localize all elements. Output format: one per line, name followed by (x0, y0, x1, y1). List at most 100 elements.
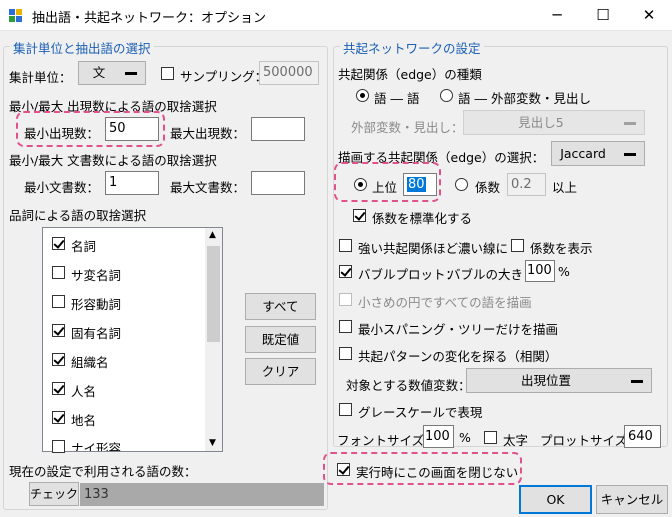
pos-label: 人名 (71, 384, 97, 399)
min-freq-highlight (16, 111, 165, 147)
pos-label: 地名 (71, 413, 97, 428)
font-size-unit: % (459, 430, 471, 445)
measure-select-value: Jaccard (560, 146, 606, 161)
max-freq-label: 最大出現数： (170, 126, 246, 141)
pos-checkbox-keiyodoshi[interactable] (52, 295, 65, 308)
keep-open-highlight (323, 452, 522, 485)
font-size-input[interactable]: 100 (423, 425, 454, 448)
coef-radio[interactable] (455, 178, 468, 191)
max-doc-input[interactable] (251, 171, 305, 195)
min-doc-label: 最小文書数： (24, 180, 100, 195)
cancel-button[interactable]: キャンセル (596, 485, 668, 514)
pattern-checkbox[interactable] (339, 347, 352, 360)
window-title: 抽出語・共起ネットワーク：オプション (32, 11, 267, 26)
coef-suffix: 以上 (552, 180, 578, 195)
default-button[interactable]: 既定値 (245, 326, 316, 353)
maximize-button[interactable]: ☐ (580, 0, 626, 31)
scroll-up-icon[interactable]: ▲ (209, 230, 216, 240)
network-settings-group-title: 共起ネットワークの設定 (340, 38, 484, 57)
ext-var-select[interactable]: 見出し5 (463, 110, 645, 135)
bold-label: 太字 (503, 433, 529, 448)
edge-kind-label: 共起関係（edge）の種類 (338, 67, 482, 82)
word-selection-group-title: 集計単位と抽出語の選択 (10, 38, 154, 57)
bubble-size-input[interactable]: 100 (525, 260, 555, 282)
mst-label: 最小スパニング・ツリーだけを描画 (358, 322, 559, 337)
chevron-down-icon (631, 379, 643, 383)
bubble-plot-label: バブルプロット： (358, 267, 459, 282)
minimize-button[interactable]: ─ (534, 0, 580, 31)
word-count-display: 133 (80, 483, 324, 506)
pos-list[interactable]: ▲ ▼ (42, 227, 223, 452)
target-var-select[interactable]: 出現位置 (466, 368, 652, 393)
small-circle-label: 小さめの円ですべての語を描画 (358, 295, 532, 310)
title-bar: 抽出語・共起ネットワーク：オプション ─ ☐ ✕ (0, 0, 672, 31)
doc-heading: 最小/最大 文書数による語の取捨選択 (9, 153, 217, 168)
max-freq-input[interactable] (251, 117, 305, 141)
coef-input[interactable]: 0.2 (507, 173, 546, 196)
sampling-label: サンプリング： (180, 69, 268, 84)
close-button[interactable]: ✕ (626, 0, 672, 31)
pos-label: 名詞 (71, 239, 97, 254)
pos-label: 組織名 (71, 355, 109, 370)
pattern-label: 共起パターンの変化を探る（相関） (358, 349, 558, 364)
pos-label: サ変名詞 (71, 268, 122, 283)
bubble-size-unit: % (558, 264, 570, 279)
chevron-down-icon (624, 152, 636, 156)
coef-label: 係数 (475, 180, 501, 195)
grayscale-label: グレースケールで表現 (358, 405, 483, 420)
standardize-label: 係数を標準化する (372, 211, 473, 226)
pos-checkbox-chimei[interactable] (52, 411, 65, 424)
pos-label: ナイ形容 (71, 441, 122, 451)
chevron-down-icon (624, 121, 636, 125)
pos-heading: 品詞による語の取捨選択 (9, 208, 147, 223)
pos-checkbox-sahen[interactable] (52, 266, 65, 279)
chevron-down-icon (125, 72, 137, 75)
pos-last-clip: ナイ形容 (43, 439, 205, 451)
standardize-checkbox[interactable] (353, 209, 366, 222)
clear-button[interactable]: クリア (245, 358, 316, 385)
scroll-down-icon[interactable]: ▼ (209, 438, 216, 448)
unit-select[interactable]: 文 (78, 61, 146, 85)
target-var-select-value: 出現位置 (520, 373, 571, 388)
pos-checkbox-soshiki[interactable] (52, 353, 65, 366)
strong-line-checkbox[interactable] (339, 239, 352, 252)
sampling-input[interactable]: 500000 (259, 61, 319, 85)
show-coef-checkbox[interactable] (511, 239, 524, 252)
check-button[interactable]: チェック (29, 482, 79, 506)
mst-checkbox[interactable] (339, 320, 352, 333)
max-doc-label: 最大文書数： (170, 180, 246, 195)
strong-line-label: 強い共起関係ほど濃い線に (358, 241, 509, 256)
small-circle-checkbox[interactable] (339, 293, 352, 306)
plot-size-input[interactable]: 640 (624, 425, 661, 448)
measure-select[interactable]: Jaccard (551, 141, 645, 166)
top-n-highlight (334, 162, 441, 202)
ok-button[interactable]: OK (519, 485, 592, 514)
unit-select-value: 文 (92, 65, 106, 80)
bold-checkbox[interactable] (484, 431, 497, 444)
unit-label: 集計単位： (9, 70, 72, 85)
font-size-label: フォントサイズ： (337, 433, 437, 448)
word-word-label: 語 ― 語 (374, 91, 420, 106)
pos-checkbox-meishi[interactable] (52, 237, 65, 250)
ext-var-label: 外部変数・見出し： (351, 120, 464, 135)
word-word-radio[interactable] (356, 89, 369, 102)
word-ext-radio[interactable] (440, 89, 453, 102)
bubble-size-label: バブルの大きさ (448, 267, 536, 282)
min-doc-input[interactable]: 1 (105, 171, 159, 195)
target-var-label: 対象とする数値変数： (346, 378, 471, 393)
select-all-button[interactable]: すべて (245, 293, 316, 320)
pos-checkbox-jinmei[interactable] (52, 382, 65, 395)
pos-label: 形容動詞 (71, 297, 122, 312)
pos-list-scrollbar[interactable]: ▲ ▼ (205, 228, 222, 451)
sampling-checkbox[interactable] (161, 67, 174, 80)
show-coef-label: 係数を表示 (530, 241, 593, 256)
grayscale-checkbox[interactable] (339, 403, 352, 416)
app-icon (9, 9, 23, 23)
word-ext-label: 語 ― 外部変数・見出し (458, 91, 591, 106)
pos-label: 固有名詞 (71, 326, 122, 341)
bubble-plot-checkbox[interactable] (339, 265, 352, 278)
pos-checkbox-koyu[interactable] (52, 324, 65, 337)
scrollbar-thumb[interactable] (207, 246, 220, 342)
ext-var-select-value: 見出し5 (518, 115, 564, 130)
current-count-label: 現在の設定で利用される語の数： (9, 464, 197, 479)
